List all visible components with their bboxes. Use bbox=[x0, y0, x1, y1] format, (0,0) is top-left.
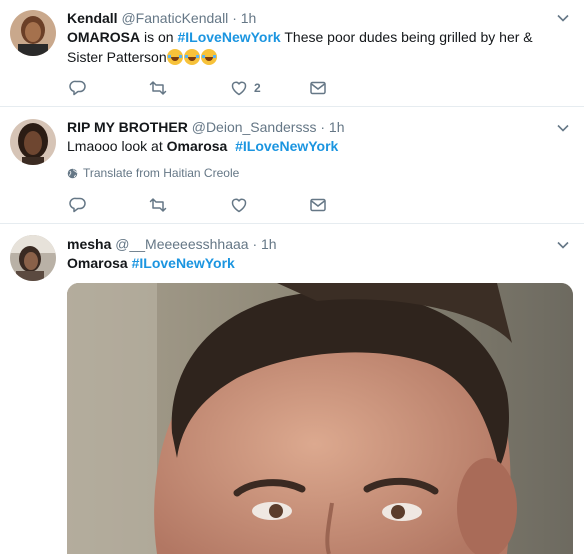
retweet-button[interactable] bbox=[149, 196, 167, 214]
tweet-header: mesha @__Meeeeesshhaaa · 1h bbox=[67, 235, 277, 253]
direct-message-button[interactable] bbox=[309, 196, 327, 214]
chevron-down-icon[interactable] bbox=[556, 238, 570, 252]
user-handle[interactable]: @__Meeeeesshhaaa bbox=[115, 236, 248, 252]
tweet-1[interactable]: Kendall @FanaticKendall · 1h OMAROSA is … bbox=[0, 0, 584, 107]
tears-of-joy-emoji-icon bbox=[200, 49, 217, 65]
reply-button[interactable] bbox=[69, 79, 87, 97]
reply-button[interactable] bbox=[69, 196, 87, 214]
bold-keyword: Omarosa bbox=[67, 255, 128, 271]
tweet-2[interactable]: RIP MY BROTHER @Deion_Sandersss · 1h Lma… bbox=[0, 107, 584, 224]
message-icon bbox=[310, 198, 326, 212]
chevron-down-icon[interactable] bbox=[556, 121, 570, 135]
retweet-button[interactable] bbox=[149, 79, 167, 97]
timestamp[interactable]: 1h bbox=[241, 10, 257, 26]
message-icon bbox=[310, 81, 326, 95]
like-count: 2 bbox=[254, 81, 261, 95]
user-handle[interactable]: @Deion_Sandersss bbox=[192, 119, 317, 135]
tweet-text: Omarosa #ILoveNewYork bbox=[67, 253, 567, 273]
tweet-actions bbox=[69, 196, 369, 216]
separator-dot: · bbox=[232, 10, 237, 26]
avatar[interactable] bbox=[10, 119, 56, 165]
translate-link[interactable]: Translate from Haitian Creole bbox=[67, 166, 239, 180]
tears-of-joy-emoji-icon bbox=[166, 49, 183, 65]
bold-keyword: Omarosa bbox=[166, 138, 228, 154]
like-icon bbox=[231, 198, 247, 213]
media-image bbox=[67, 283, 573, 554]
display-name[interactable]: Kendall bbox=[67, 10, 118, 26]
reply-icon bbox=[69, 197, 86, 213]
chevron-down-icon[interactable] bbox=[556, 11, 570, 25]
display-name[interactable]: RIP MY BROTHER bbox=[67, 119, 188, 135]
display-name[interactable]: mesha bbox=[67, 236, 111, 252]
tears-of-joy-emoji-icon bbox=[183, 49, 200, 65]
hashtag-link[interactable]: #ILoveNewYork bbox=[177, 29, 280, 45]
like-button[interactable]: 2 bbox=[230, 79, 261, 97]
tweet-text: OMAROSA is on #ILoveNewYork These poor d… bbox=[67, 27, 567, 67]
tweet-text: Lmaooo look at Omarosa #ILoveNewYork bbox=[67, 136, 567, 156]
globe-icon bbox=[67, 168, 78, 178]
like-icon bbox=[231, 81, 247, 96]
hashtag-link[interactable]: #ILoveNewYork bbox=[235, 138, 338, 154]
tweet-header: Kendall @FanaticKendall · 1h bbox=[67, 9, 256, 27]
text-segment: Lmaooo look at bbox=[67, 138, 167, 154]
retweet-icon bbox=[149, 81, 167, 95]
tweet-actions: 2 bbox=[69, 79, 369, 99]
reply-icon bbox=[69, 80, 86, 96]
tweet-header: RIP MY BROTHER @Deion_Sandersss · 1h bbox=[67, 118, 345, 136]
separator-dot: · bbox=[252, 236, 258, 252]
translate-label[interactable]: Translate from Haitian Creole bbox=[83, 166, 239, 180]
user-handle[interactable]: @FanaticKendall bbox=[121, 10, 228, 26]
bold-keyword: OMAROSA bbox=[67, 29, 141, 45]
like-button[interactable] bbox=[230, 196, 248, 214]
separator-dot: · bbox=[320, 119, 326, 135]
retweet-icon bbox=[149, 198, 167, 212]
direct-message-button[interactable] bbox=[309, 79, 327, 97]
avatar[interactable] bbox=[10, 235, 56, 281]
timestamp[interactable]: 1h bbox=[329, 119, 345, 135]
timestamp[interactable]: 1h bbox=[261, 236, 277, 252]
tweet-media-gif[interactable] bbox=[67, 283, 573, 554]
avatar[interactable] bbox=[10, 10, 56, 56]
text-segment: is on bbox=[140, 29, 178, 45]
hashtag-link[interactable]: #ILoveNewYork bbox=[132, 255, 235, 271]
